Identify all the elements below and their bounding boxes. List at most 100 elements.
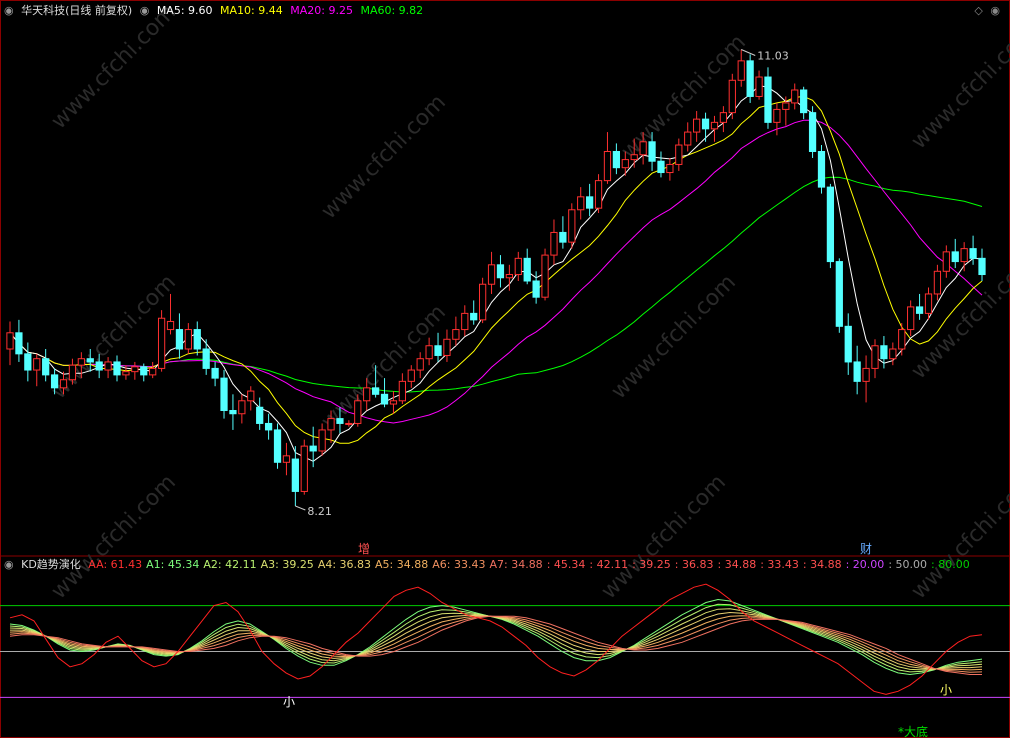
candle-body: [586, 196, 594, 209]
candle-body: [264, 422, 273, 431]
candle-body: [844, 325, 852, 363]
candle-body: [862, 367, 870, 382]
candle-body: [318, 429, 326, 452]
candle-body: [247, 390, 255, 402]
candle-body: [380, 393, 389, 405]
candle-body: [33, 358, 41, 371]
candle-body: [880, 345, 888, 360]
low-pointer: [295, 505, 306, 511]
candle-body: [684, 131, 692, 146]
candle-body: [710, 121, 719, 130]
candle-body: [523, 257, 531, 282]
candle-body: [817, 151, 826, 188]
kd-ribbon-a4: [10, 611, 983, 670]
settings-icon[interactable]: ◉: [140, 4, 150, 17]
ma60-label: MA60: 9.82: [360, 4, 424, 17]
candle-body: [336, 418, 344, 424]
kd-value-4: A4: 36.83: [317, 558, 372, 571]
candle-body: [371, 387, 380, 395]
candle-body: [50, 374, 59, 389]
candle-body: [291, 458, 299, 492]
candle-body: [6, 332, 14, 350]
kd-value-6: A6: 33.43: [432, 558, 486, 571]
candle-body: [407, 369, 415, 382]
candle-body: [309, 445, 317, 452]
candle-body: [924, 293, 933, 314]
candle-body: [24, 353, 32, 371]
kd-value-2: A2: 42.11: [203, 558, 257, 571]
candle-body: [95, 361, 103, 371]
kd-header: ◉ KD趋势演化 AA: 61.43 A1: 45.34 A2: 42.11 A3: …: [4, 558, 978, 572]
candle-body: [728, 79, 736, 114]
kd-value-0: AA: 61.43: [88, 558, 143, 571]
kd-value-10: : 39.25: [632, 558, 671, 571]
candle-body: [960, 248, 968, 263]
candle-body: [113, 361, 121, 376]
candle-body: [193, 329, 201, 350]
kd-options-icon[interactable]: ◉: [4, 558, 14, 571]
kd-aa-line: [9, 583, 983, 695]
watermark-0: www.cfchi.com: [47, 0, 181, 134]
bottom-marker: *大底: [898, 724, 928, 738]
event-marker-cai: 财: [860, 542, 872, 556]
options-icon[interactable]: ◉: [4, 4, 14, 17]
candle-body: [487, 264, 496, 285]
candle-body: [951, 251, 959, 263]
ma20-label: MA20: 9.25: [290, 4, 353, 17]
low-label: 8.21: [307, 505, 332, 518]
candle-body: [550, 231, 558, 256]
ma10-label: MA10: 9.44: [220, 4, 283, 17]
candle-body: [889, 348, 897, 360]
candle-body: [479, 283, 487, 321]
candle-body: [871, 345, 879, 369]
candle-body: [229, 410, 237, 415]
settings-dot-icon[interactable]: ◉: [990, 4, 1000, 17]
candle-body: [104, 361, 112, 371]
candle-body: [826, 186, 835, 263]
candle-body: [505, 274, 513, 279]
kd-value-12: : 34.88: [717, 558, 757, 571]
candle-body: [425, 345, 433, 360]
candle-body: [594, 180, 603, 209]
candle-body: [853, 361, 861, 382]
candle-body: [719, 112, 728, 123]
candle-body: [389, 400, 398, 405]
candle-body: [175, 329, 184, 350]
candle-body: [657, 160, 665, 174]
candle-body: [800, 89, 808, 114]
candle-body: [122, 371, 130, 376]
candle-body: [77, 358, 85, 366]
candle-body: [577, 196, 585, 211]
candle-body: [434, 345, 442, 356]
kd-value-3: A3: 39.25: [260, 558, 314, 571]
candle-body: [220, 377, 228, 411]
candle-body: [452, 329, 460, 340]
candle-body: [568, 209, 576, 243]
candle-body: [398, 380, 406, 402]
candle-body: [942, 251, 950, 272]
watermark-7: www.cfchi.com: [907, 250, 1010, 384]
kd-ribbon-a6: [9, 615, 983, 673]
candle-body: [354, 400, 362, 424]
candle-body: [514, 257, 522, 276]
candle-body: [157, 317, 166, 369]
small-marker-1: 小: [283, 695, 295, 709]
candle-body: [969, 248, 977, 259]
candle-body: [675, 144, 683, 165]
candle-body: [737, 60, 745, 81]
candle-body: [782, 102, 790, 110]
watermark-9: www.cfchi.com: [597, 470, 731, 604]
candle-body: [202, 348, 210, 369]
diamond-icon[interactable]: ◇: [974, 4, 982, 17]
candle-body: [532, 280, 540, 298]
candle-body: [755, 76, 763, 97]
watermark-8: www.cfchi.com: [47, 470, 181, 604]
event-marker-zeng: 增: [358, 542, 370, 556]
candle-body: [603, 151, 612, 182]
candle-body: [621, 159, 629, 169]
candle-body: [256, 406, 264, 424]
candle-body: [327, 418, 335, 431]
candle-body: [15, 332, 23, 355]
kd-value-5: A5: 34.88: [375, 558, 429, 571]
kd-value-11: : 36.83: [674, 558, 714, 571]
